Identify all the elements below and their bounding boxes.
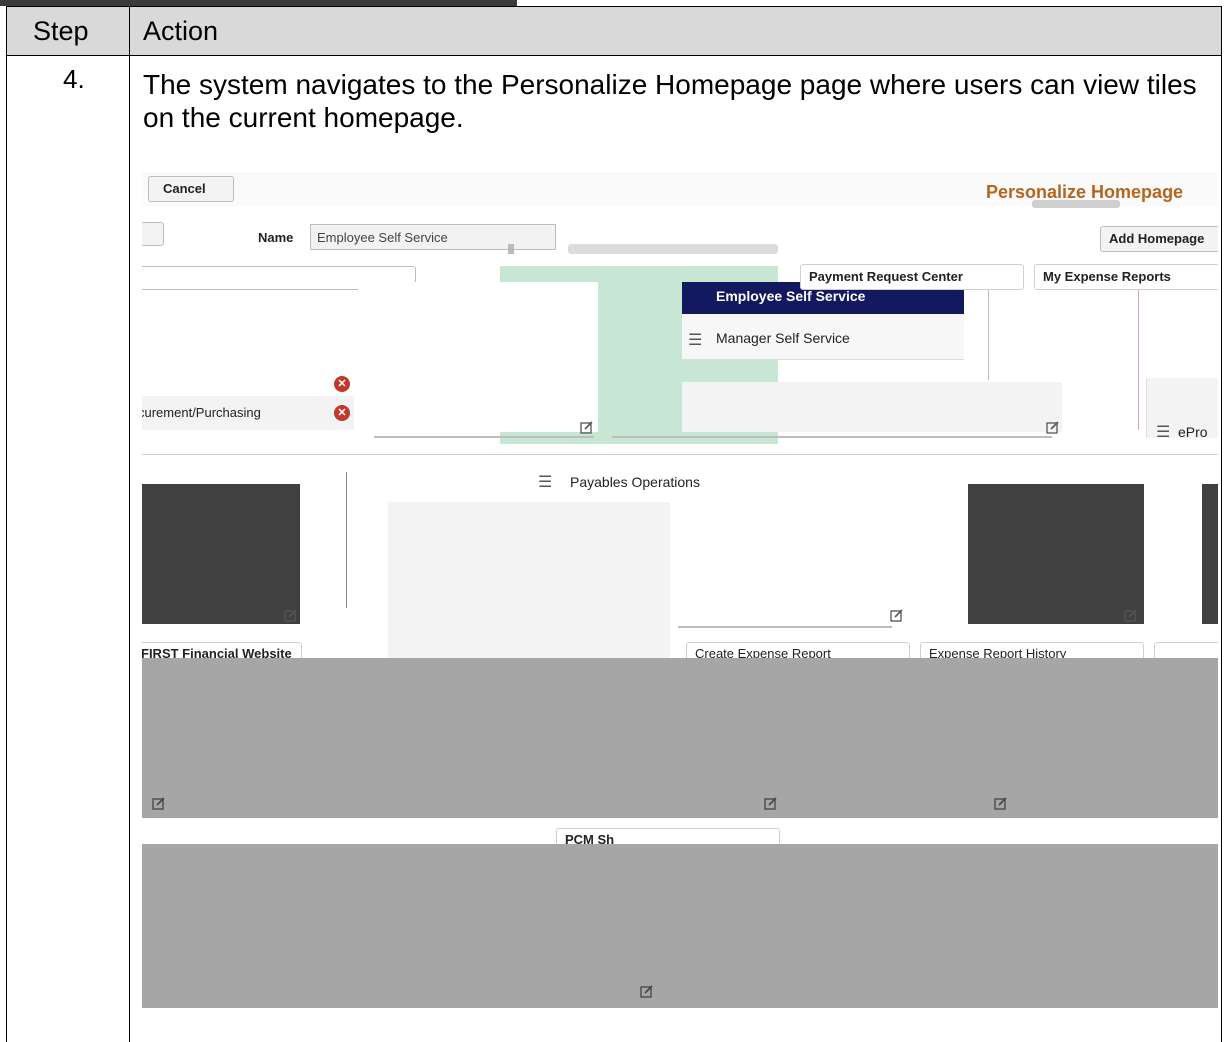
edit-icon[interactable] (152, 796, 166, 810)
edit-icon[interactable] (1124, 608, 1138, 622)
tile-title: My Expense Reports (1043, 269, 1171, 284)
tab-mark (508, 244, 514, 254)
tile-title: Payables Operations (570, 474, 700, 490)
tile-image-dark (968, 484, 1144, 624)
tile-payables-operations[interactable]: ☰ Payables Operations (388, 472, 700, 500)
tile-edge (374, 430, 594, 438)
edit-icon[interactable] (890, 608, 904, 622)
tile-eprocurement[interactable]: ☰ ePro (1152, 422, 1218, 444)
table-header-row: Step Action (7, 6, 1221, 56)
tile-header-row (142, 454, 1218, 472)
tile-image-dark (142, 484, 300, 624)
header-step: Step (33, 16, 89, 46)
hamburger-icon: ☰ (1156, 424, 1171, 441)
tile-edge (678, 620, 892, 628)
header-action: Action (143, 16, 219, 46)
tile-divider (1138, 290, 1139, 430)
name-label: Name (258, 230, 294, 245)
edit-icon[interactable] (640, 984, 654, 998)
embedded-screenshot: Cancel Personalize Homepage Name Employe… (142, 172, 1218, 1008)
white-overlay (358, 282, 598, 432)
dropdown-selected-label: Employee Self Service (716, 288, 866, 304)
dropdown-option[interactable]: ☰ Manager Self Service (682, 314, 964, 360)
step-number: 4. (63, 64, 85, 94)
tile-my-expense-reports[interactable]: My Expense Reports (1034, 264, 1218, 290)
left-button-fragment[interactable] (142, 222, 164, 246)
title-underline-fragment (1032, 200, 1120, 208)
gray-corrupted-region (142, 844, 1218, 1008)
tile-image-dark (1202, 484, 1218, 624)
tile-body (388, 502, 670, 678)
list-item-2[interactable]: curement/Purchasing ✕ (142, 396, 354, 430)
tile-fragment (346, 472, 386, 608)
hamburger-icon: ☰ (538, 474, 553, 491)
cancel-button[interactable]: Cancel (148, 176, 234, 202)
add-homepage-button[interactable]: Add Homepage (1100, 226, 1218, 252)
dropdown-option-label: Manager Self Service (716, 330, 850, 346)
column-divider (129, 6, 130, 1042)
tab-fragment (568, 244, 778, 254)
remove-icon[interactable]: ✕ (334, 376, 350, 392)
dropdown-fragment (682, 382, 1062, 432)
edit-icon[interactable] (284, 608, 298, 622)
list-item-1[interactable]: ✕ (142, 372, 354, 394)
step-description: The system navigates to the Personalize … (143, 69, 1197, 133)
edit-icon[interactable] (994, 796, 1008, 810)
tile-edge (612, 430, 1052, 438)
hamburger-icon: ☰ (688, 332, 703, 349)
edit-icon[interactable] (764, 796, 778, 810)
tile-divider (988, 290, 989, 380)
remove-icon[interactable]: ✕ (334, 405, 350, 421)
tile-title: Payment Request Center (809, 269, 963, 284)
gray-corrupted-region (142, 658, 1218, 818)
tile-payment-request-center[interactable]: Payment Request Center (800, 264, 1024, 290)
add-homepage-label: Add Homepage (1109, 231, 1205, 246)
tile-title: ePro (1178, 424, 1208, 440)
list-item-label: curement/Purchasing (142, 405, 261, 420)
name-value: Employee Self Service (317, 230, 448, 245)
name-input[interactable]: Employee Self Service (310, 224, 556, 250)
cancel-label: Cancel (163, 181, 206, 196)
